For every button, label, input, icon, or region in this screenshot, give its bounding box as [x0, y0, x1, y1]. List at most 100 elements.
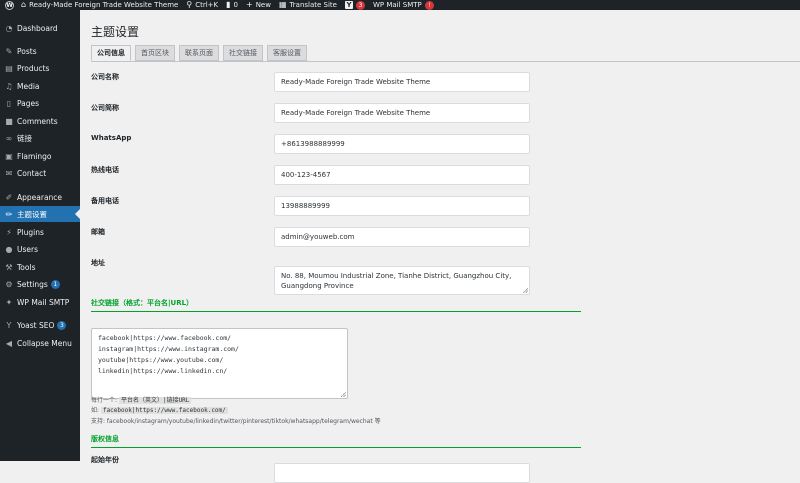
comment-bubble-icon: ▮: [226, 0, 231, 9]
comments-count: 0: [233, 1, 238, 9]
sidebar-item-posts[interactable]: ✎ Posts: [0, 43, 80, 59]
sidebar-item-label: Yoast SEO: [17, 320, 55, 330]
company-short-name-label: 公司简称: [91, 104, 119, 112]
address-line: No. 88, Moumou Industrial Zone, Tianhe D…: [281, 272, 512, 280]
sidebar-item-label: Media: [17, 81, 40, 91]
yoast-icon: Y: [344, 1, 353, 9]
main-content: 主题设置 公司信息 首页区块 联系页面 社交链接 客服设置 公司名称 Ready…: [80, 10, 800, 483]
brush-icon: ✐: [5, 192, 13, 202]
comments-link[interactable]: ▮ 0: [222, 0, 242, 10]
wordpress-logo-icon[interactable]: W: [5, 0, 14, 10]
company-name-input[interactable]: Ready-Made Foreign Trade Website Theme: [274, 72, 530, 92]
sidebar-item-collapse-menu[interactable]: ◀ Collapse Menu: [0, 335, 80, 351]
resize-handle[interactable]: [341, 392, 346, 397]
sidebar-item-plugins[interactable]: ⚡ Plugins: [0, 224, 80, 240]
site-name: Ready-Made Foreign Trade Website Theme: [29, 1, 179, 9]
translate-icon: ▦: [278, 0, 287, 9]
dashboard-icon: ◔: [5, 23, 13, 33]
tab-social-links[interactable]: 社交链接: [223, 45, 263, 61]
company-name-label: 公司名称: [91, 73, 119, 81]
media-icon: ♫: [5, 81, 13, 91]
company-short-name-input[interactable]: Ready-Made Foreign Trade Website Theme: [274, 103, 530, 123]
settings-icon: ⚙: [5, 279, 13, 289]
user-icon: ●: [5, 244, 13, 254]
admin-sidebar: ◔ Dashboard ✎ Posts ▤ Products ♫ Media ▯…: [0, 10, 80, 461]
sidebar-item-label: Posts: [17, 46, 37, 56]
smtp-label: WP Mail SMTP: [372, 1, 422, 9]
sidebar-item-contact[interactable]: ✉ Contact: [0, 165, 80, 181]
start-year-input[interactable]: [274, 463, 530, 483]
smtp-menu[interactable]: WP Mail SMTP !: [369, 0, 438, 10]
sidebar-item-settings[interactable]: ⚙ Settings 1: [0, 276, 80, 292]
sidebar-item-theme-settings[interactable]: ✏ 主题设置: [0, 206, 80, 222]
sidebar-item-dashboard[interactable]: ◔ Dashboard: [0, 20, 80, 36]
yoast-menu[interactable]: Y 3: [341, 0, 369, 10]
collapse-icon: ◀: [5, 338, 13, 348]
mail-icon: ✉: [5, 168, 13, 178]
command-palette-button[interactable]: ⚲ Ctrl+K: [182, 0, 222, 10]
settings-tabs: 公司信息 首页区块 联系页面 社交链接 客服设置: [91, 45, 311, 62]
hotline-input[interactable]: 400-123-4567: [274, 165, 530, 185]
social-link-line: linkedin|https://www.linkedin.cn/: [98, 367, 228, 375]
sidebar-item-links[interactable]: ∞ 链接: [0, 130, 80, 146]
sidebar-item-pages[interactable]: ▯ Pages: [0, 95, 80, 111]
sidebar-item-media[interactable]: ♫ Media: [0, 78, 80, 94]
help-format-code: 平台名（英文）|链接URL: [118, 397, 192, 404]
yoast-icon: Y: [6, 320, 12, 330]
tab-contact-page[interactable]: 联系页面: [179, 45, 219, 61]
pin-icon: ✎: [5, 46, 13, 56]
pages-icon: ▯: [6, 98, 12, 108]
products-icon: ▤: [5, 63, 13, 73]
social-links-textarea[interactable]: facebook|https://www.facebook.com/ insta…: [91, 328, 348, 399]
resize-handle[interactable]: [523, 288, 528, 293]
sidebar-item-comments[interactable]: ■ Comments: [0, 113, 80, 129]
copyright-section-divider: [91, 447, 581, 448]
smtp-icon: ✦: [5, 297, 13, 307]
sidebar-item-label: 主题设置: [17, 209, 47, 219]
address-textarea[interactable]: No. 88, Moumou Industrial Zone, Tianhe D…: [274, 266, 530, 295]
sidebar-item-appearance[interactable]: ✐ Appearance: [0, 189, 80, 205]
tab-home-blocks[interactable]: 首页区块: [135, 45, 175, 61]
social-section-title: 社交链接（格式：平台名|URL）: [91, 299, 194, 307]
email-input[interactable]: admin@youweb.com: [274, 227, 530, 247]
sidebar-item-users[interactable]: ● Users: [0, 241, 80, 257]
copyright-section-title: 版权信息: [91, 435, 119, 443]
sidebar-item-label: Users: [17, 244, 39, 254]
tab-company-info[interactable]: 公司信息: [91, 45, 131, 61]
site-name-link[interactable]: ⌂ Ready-Made Foreign Trade Website Theme: [17, 0, 182, 10]
yoast-count-badge: 3: [57, 320, 67, 330]
yoast-notification-badge: 3: [355, 0, 365, 10]
link-icon: ∞: [5, 133, 13, 143]
sidebar-item-label: Plugins: [17, 227, 44, 237]
sidebar-item-label: Settings: [17, 279, 48, 289]
translate-site-link[interactable]: ▦ Translate Site: [275, 0, 341, 10]
sidebar-item-yoast-seo[interactable]: Y Yoast SEO 3: [0, 317, 80, 333]
sidebar-item-label: Collapse Menu: [17, 338, 72, 348]
whatsapp-label: WhatsApp: [91, 134, 132, 142]
backup-phone-input[interactable]: 13988889999: [274, 196, 530, 216]
social-help-support: 支持: facebook/instagram/youtube/linkedin/…: [91, 418, 381, 425]
social-link-line: instagram|https://www.instagram.com/: [98, 345, 239, 353]
sidebar-item-tools[interactable]: ⚒ Tools: [0, 259, 80, 275]
sidebar-item-label: Products: [17, 63, 50, 73]
sidebar-item-label: Pages: [17, 98, 40, 108]
social-help-format: 每行一个: 平台名（英文）|链接URL: [91, 395, 192, 404]
sidebar-item-wp-mail-smtp[interactable]: ✦ WP Mail SMTP: [0, 294, 80, 310]
social-link-line: youtube|https://www.youtube.com/: [98, 356, 224, 364]
whatsapp-input[interactable]: +8613988889999: [274, 134, 530, 154]
wrench-icon: ⚒: [5, 262, 13, 272]
shortcut-label: Ctrl+K: [195, 1, 219, 9]
new-content-button[interactable]: + New: [242, 0, 275, 10]
admin-bar: W ⌂ Ready-Made Foreign Trade Website The…: [0, 0, 800, 10]
social-help-example: 如: facebook|https://www.facebook.com/: [91, 405, 228, 414]
email-label: 邮箱: [91, 228, 105, 236]
settings-count-badge: 1: [50, 279, 60, 289]
home-icon: ⌂: [21, 0, 27, 9]
sidebar-item-products[interactable]: ▤ Products: [0, 60, 80, 76]
tab-customer-service[interactable]: 客服设置: [267, 45, 307, 61]
address-line: Guangdong Province: [281, 282, 354, 290]
example-code: facebook|https://www.facebook.com/: [100, 407, 228, 414]
social-link-line: facebook|https://www.facebook.com/: [98, 334, 232, 342]
translate-label: Translate Site: [289, 1, 337, 9]
sidebar-item-flamingo[interactable]: ▣ Flamingo: [0, 148, 80, 164]
